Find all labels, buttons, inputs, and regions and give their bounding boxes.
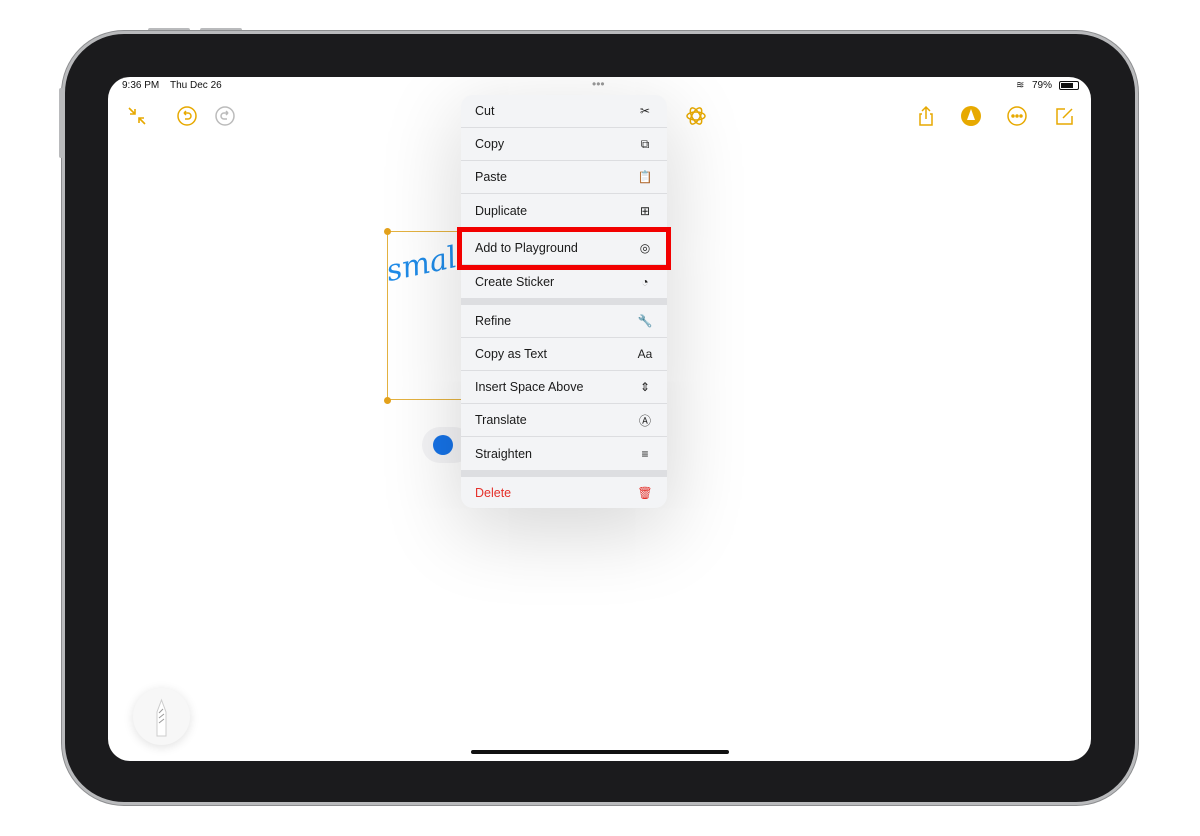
menu-item-translate[interactable]: Translate Ⓐ bbox=[461, 404, 667, 437]
menu-label: Paste bbox=[475, 170, 507, 184]
collapse-icon[interactable] bbox=[126, 105, 148, 127]
wrench-icon: 🔧 bbox=[637, 314, 653, 328]
menu-item-insert-space-above[interactable]: Insert Space Above ⇕ bbox=[461, 371, 667, 404]
multitasking-dots-icon[interactable]: ••• bbox=[592, 77, 605, 91]
menu-label: Cut bbox=[475, 104, 495, 118]
selection-handle[interactable] bbox=[384, 397, 391, 404]
top-button bbox=[59, 88, 63, 158]
insert-space-icon: ⇕ bbox=[639, 380, 651, 394]
menu-label: Straighten bbox=[475, 446, 532, 461]
notes-screen: 9:36 PM Thu Dec 26 ••• ≋ 79% smal Cut ✂ C… bbox=[108, 77, 1091, 761]
menu-item-delete[interactable]: Delete 🗑 bbox=[461, 476, 667, 508]
status-time: 9:36 PM bbox=[122, 80, 160, 91]
menu-label: Insert Space Above bbox=[475, 380, 584, 394]
duplicate-icon: ⊞ bbox=[639, 203, 651, 218]
highlight-annotation bbox=[457, 227, 671, 270]
scissors-icon: ✂ bbox=[639, 104, 651, 118]
menu-label: Create Sticker bbox=[475, 274, 555, 289]
menu-item-copy-as-text[interactable]: Copy as Text Aa bbox=[461, 338, 667, 371]
selection-handle[interactable] bbox=[384, 228, 391, 235]
menu-item-straighten[interactable]: Straighten ≡ bbox=[461, 437, 667, 470]
lines-icon: ≡ bbox=[641, 446, 649, 461]
menu-item-paste[interactable]: Paste 📋 bbox=[461, 161, 667, 194]
trash-icon: 🗑 bbox=[637, 485, 653, 500]
color-swatch-blue[interactable] bbox=[433, 435, 453, 455]
paste-icon: 📋 bbox=[637, 170, 653, 184]
compose-icon[interactable] bbox=[1053, 105, 1075, 127]
copy-icon: ⧉ bbox=[640, 136, 650, 151]
share-icon[interactable] bbox=[915, 105, 937, 127]
context-menu: Cut ✂ Copy ⧉ Paste 📋 Duplicate ⊞ Add to Play… bbox=[461, 95, 667, 508]
redo-icon[interactable] bbox=[214, 105, 236, 127]
markup-pen-icon[interactable] bbox=[960, 105, 982, 127]
menu-item-copy[interactable]: Copy ⧉ bbox=[461, 128, 667, 161]
undo-icon[interactable] bbox=[176, 105, 198, 127]
menu-item-cut[interactable]: Cut ✂ bbox=[461, 95, 667, 128]
wifi-icon: ≋ bbox=[1016, 80, 1025, 91]
pencil-tool-button[interactable] bbox=[133, 688, 190, 745]
sticker-icon: ◔ bbox=[641, 274, 649, 289]
menu-label: Duplicate bbox=[475, 203, 528, 218]
playground-sparkle-icon[interactable] bbox=[685, 105, 707, 127]
battery-percent: 79% bbox=[1032, 80, 1053, 91]
menu-item-refine[interactable]: Refine 🔧 bbox=[461, 305, 667, 338]
translate-icon: Ⓐ bbox=[638, 413, 651, 428]
menu-label: Copy bbox=[475, 137, 505, 151]
home-indicator[interactable] bbox=[471, 750, 729, 754]
menu-label: Translate bbox=[475, 413, 527, 427]
menu-item-duplicate[interactable]: Duplicate ⊞ bbox=[461, 194, 667, 227]
menu-label: Refine bbox=[475, 314, 512, 328]
status-date: Thu Dec 26 bbox=[170, 80, 222, 91]
more-icon[interactable] bbox=[1006, 105, 1028, 127]
menu-label: Delete bbox=[475, 485, 512, 500]
menu-separator bbox=[461, 298, 667, 305]
battery-icon bbox=[1059, 81, 1079, 90]
text-format-icon: Aa bbox=[637, 347, 653, 361]
menu-label: Copy as Text bbox=[475, 347, 548, 361]
